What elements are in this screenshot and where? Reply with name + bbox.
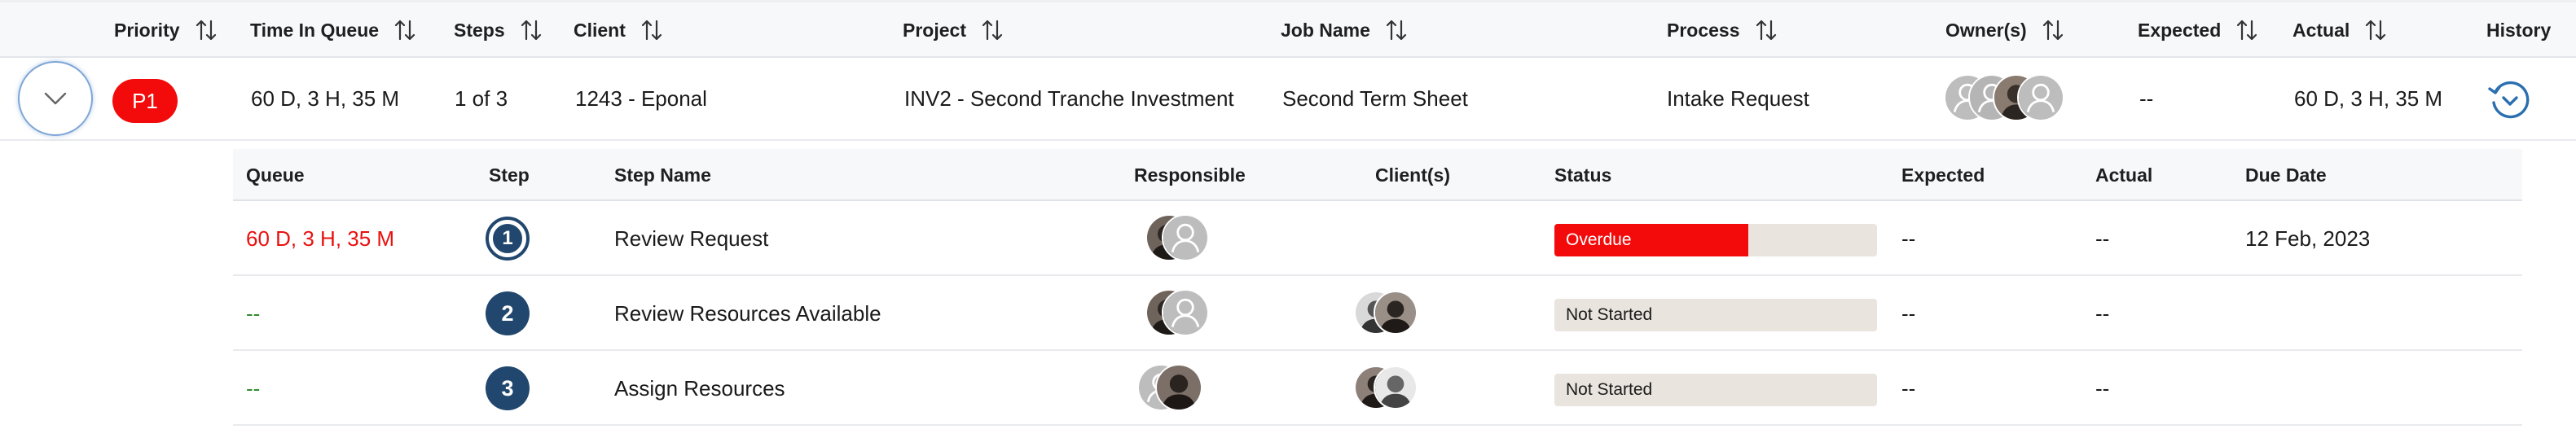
table-row: -- 2 Review Resources Available Not Star… (233, 276, 2522, 351)
history-button[interactable] (2486, 76, 2534, 123)
avatar[interactable] (1162, 289, 1209, 336)
status-progress-bar: Not Started (1554, 374, 1877, 406)
header-process[interactable]: Process (1667, 2, 1778, 58)
header-step-name: Step Name (614, 164, 711, 186)
expected-value: -- (1901, 226, 1916, 251)
chevron-down-icon (44, 92, 67, 105)
header-status: Status (1554, 164, 1612, 186)
avatar[interactable] (2017, 74, 2064, 121)
sort-arrows-icon[interactable] (2364, 18, 2387, 42)
header-clients: Client(s) (1375, 164, 1450, 186)
status-progress-bar: Not Started (1554, 299, 1877, 331)
project-value: INV2 - Second Tranche Investment (904, 85, 1234, 111)
sort-arrows-icon[interactable] (1385, 18, 1408, 42)
client-value: 1243 - Eponal (575, 85, 707, 111)
actual-value: -- (2095, 300, 2110, 326)
status-label: Not Started (1566, 305, 1653, 324)
expected-value: -- (1901, 300, 1916, 326)
header-steps[interactable]: Steps (454, 2, 543, 58)
sort-arrows-icon[interactable] (195, 18, 218, 42)
expand-row-button[interactable] (18, 61, 93, 136)
table-row: 60 D, 3 H, 35 M 1 Review Request Overdue… (233, 201, 2522, 276)
status-label: Not Started (1566, 380, 1653, 399)
status-label: Overdue (1566, 230, 1632, 249)
step-name: Review Request (614, 226, 769, 251)
header-owners[interactable]: Owner(s) (1945, 2, 2064, 58)
step-number-badge: 2 (486, 291, 530, 335)
due-date-value: 12 Feb, 2023 (2245, 226, 2371, 251)
step-number-badge: 1 (486, 217, 530, 261)
actual-value: -- (2095, 226, 2110, 251)
actual-value: 60 D, 3 H, 35 M (2294, 85, 2443, 111)
expected-value: -- (1901, 375, 1916, 401)
time-in-queue: 60 D, 3 H, 35 M (251, 85, 400, 111)
header-job-name[interactable]: Job Name (1281, 2, 1408, 58)
header-queue: Queue (246, 164, 305, 186)
table-row: -- 3 Assign Resources Not Started -- -- (233, 351, 2522, 426)
header-history: History (2486, 19, 2552, 41)
table-row: P1 60 D, 3 H, 35 M 1 of 3 1243 - Eponal … (0, 58, 2576, 141)
header-responsible: Responsible (1134, 164, 1246, 186)
header-actual: Actual (2095, 164, 2153, 186)
header-priority[interactable]: Priority (114, 2, 218, 58)
header-expected[interactable]: Expected (2138, 2, 2258, 58)
status-progress-bar: Overdue (1554, 224, 1877, 256)
queue-time: -- (246, 375, 261, 401)
header-project[interactable]: Project (903, 2, 1004, 58)
sort-arrows-icon[interactable] (1755, 18, 1778, 42)
header-expected: Expected (1901, 164, 1985, 186)
sort-arrows-icon[interactable] (981, 18, 1004, 42)
sort-arrows-icon[interactable] (520, 18, 543, 42)
actual-value: -- (2095, 375, 2110, 401)
step-number-badge: 3 (486, 366, 530, 410)
priority-badge: P1 (112, 79, 178, 123)
sort-arrows-icon[interactable] (393, 18, 416, 42)
queue-time: -- (246, 300, 261, 326)
avatar[interactable] (1374, 291, 1418, 335)
header-due-date: Due Date (2245, 164, 2327, 186)
main-table-header: Priority Time In Queue Steps Client Proj… (0, 2, 2576, 58)
expected-value: -- (2139, 85, 2154, 111)
step-name: Assign Resources (614, 375, 785, 401)
steps-table-header: Queue Step Step Name Responsible Client(… (233, 149, 2522, 201)
header-client[interactable]: Client (574, 2, 663, 58)
header-time-in-queue[interactable]: Time In Queue (250, 2, 416, 58)
step-name: Review Resources Available (614, 300, 881, 326)
queue-time: 60 D, 3 H, 35 M (246, 226, 395, 251)
process-value: Intake Request (1667, 85, 1809, 111)
sort-arrows-icon[interactable] (2235, 18, 2258, 42)
sort-arrows-icon[interactable] (2042, 18, 2064, 42)
header-step: Step (489, 164, 530, 186)
sort-arrows-icon[interactable] (640, 18, 663, 42)
header-actual[interactable]: Actual (2292, 2, 2387, 58)
avatar[interactable] (1155, 364, 1202, 411)
history-clock-icon (2488, 81, 2530, 119)
steps-value: 1 of 3 (455, 85, 508, 111)
avatar[interactable] (1162, 214, 1209, 261)
job-name-value: Second Term Sheet (1282, 85, 1468, 111)
avatar[interactable] (1374, 366, 1418, 410)
